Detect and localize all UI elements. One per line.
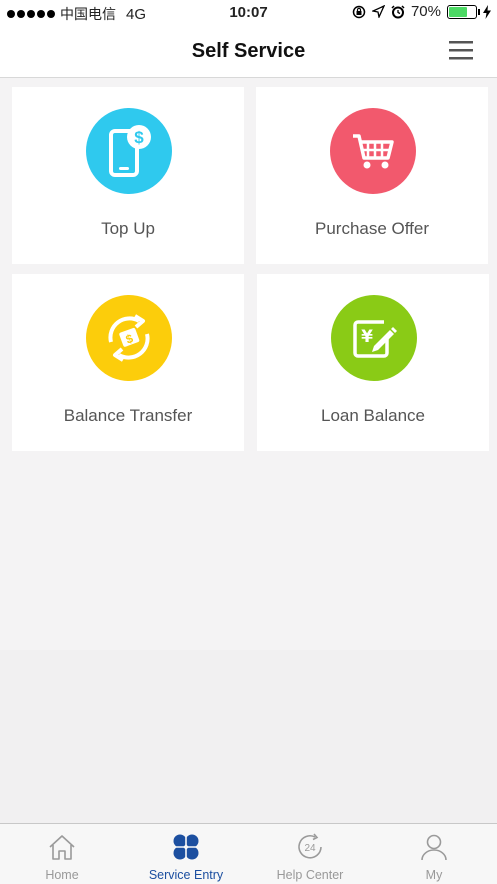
service-label: Balance Transfer xyxy=(63,406,193,425)
tab-bar: Home Service Entry 24 Help Center My xyxy=(0,823,497,884)
tab-label: Home xyxy=(45,868,79,882)
24h-clock-icon: 24 xyxy=(298,833,322,859)
tab-home[interactable]: Home xyxy=(0,824,124,884)
service-tile-top-up[interactable]: $ Top Up xyxy=(12,87,244,264)
loan-balance-icon-circle: ¥ xyxy=(331,295,417,381)
battery-percent: 70% xyxy=(410,3,441,20)
service-label: Loan Balance xyxy=(321,406,425,425)
yuan-edit-icon: ¥ xyxy=(353,320,397,358)
charging-bolt-icon xyxy=(483,4,491,19)
nav-bar: Self Service xyxy=(0,26,497,78)
rotation-lock-icon xyxy=(352,5,366,18)
svg-text:¥: ¥ xyxy=(361,327,373,347)
money-transfer-icon: $ xyxy=(108,314,150,362)
service-tile-balance-transfer[interactable]: $ Balance Transfer xyxy=(12,274,244,451)
content-background xyxy=(0,650,497,823)
svg-text:$: $ xyxy=(134,128,144,147)
status-bar: 中国电信 4G 10:07 70% xyxy=(0,0,497,26)
phone-dollar-icon: $ xyxy=(109,125,151,177)
shopping-cart-icon xyxy=(353,134,394,169)
service-label: Top Up xyxy=(101,219,155,238)
battery-icon xyxy=(447,4,480,19)
service-label: Purchase Offer xyxy=(314,219,430,238)
balance-transfer-icon-circle: $ xyxy=(86,295,172,381)
tab-help-center[interactable]: 24 Help Center xyxy=(248,824,372,884)
tab-label: Help Center xyxy=(276,868,344,882)
tab-my[interactable]: My xyxy=(372,824,496,884)
purchase-offer-icon-circle xyxy=(330,108,416,194)
page-title: Self Service xyxy=(191,40,306,62)
service-tile-purchase-offer[interactable]: Purchase Offer xyxy=(256,87,488,264)
user-icon xyxy=(421,834,447,861)
help-center-icon-text: 24 xyxy=(304,843,316,854)
tab-service-entry[interactable]: Service Entry xyxy=(124,824,248,884)
clover-grid-icon xyxy=(173,834,199,860)
tab-label: Service Entry xyxy=(148,868,224,882)
home-icon xyxy=(49,835,75,860)
service-tile-loan-balance[interactable]: ¥ Loan Balance xyxy=(257,274,489,451)
status-right: 70% xyxy=(352,3,491,20)
top-up-icon-circle: $ xyxy=(86,108,172,194)
tab-label: My xyxy=(425,868,443,882)
hamburger-menu-icon[interactable] xyxy=(449,40,473,60)
alarm-clock-icon xyxy=(391,4,405,18)
location-arrow-icon xyxy=(371,5,385,18)
